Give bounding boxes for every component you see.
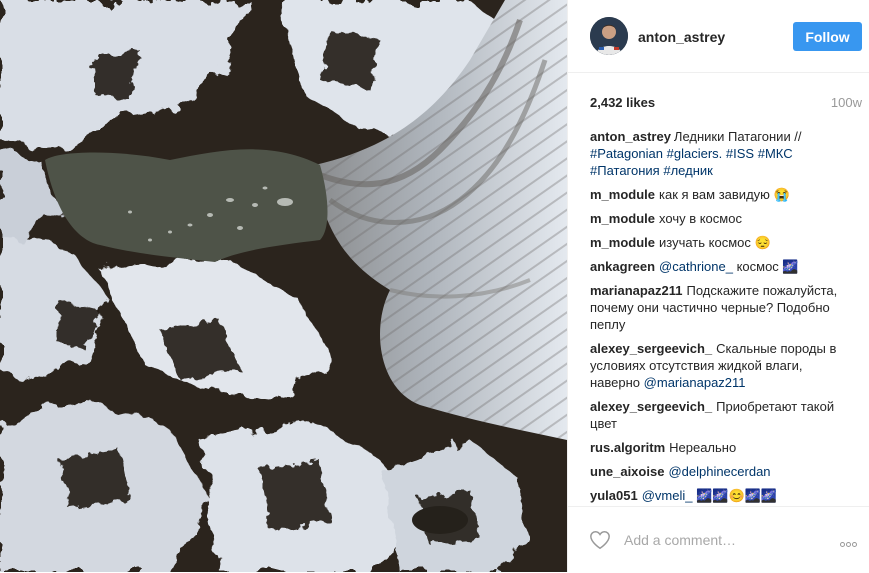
caption-text: Ледники Патагонии //: [673, 129, 802, 144]
post-photo[interactable]: [0, 0, 567, 572]
more-options-icon[interactable]: [840, 534, 864, 547]
comment-text: Нереально: [669, 440, 737, 455]
mention-link[interactable]: @delphinecerdan: [668, 464, 770, 479]
comment-item: marianapaz211 Подскажите пожалуйста, поче…: [590, 282, 840, 333]
comment-text: изучать космос 😔: [659, 235, 771, 250]
comment-author[interactable]: m_module: [590, 187, 655, 202]
comment-item: ankagreen @cathrione_ космос 🌌: [590, 258, 840, 275]
dot-icon: [852, 542, 857, 547]
comment-author[interactable]: une_aixoise: [590, 464, 664, 479]
username[interactable]: anton_astrey: [638, 29, 725, 45]
post-window: anton_astrey Follow 2,432 likes 100w ant…: [0, 0, 869, 572]
comment-text: как я вам завидую 😭: [659, 187, 790, 202]
comment-item: alexey_sergeevich_ Приобретают такой цвет: [590, 398, 840, 432]
comment-author[interactable]: yula051: [590, 488, 638, 503]
comment-text: хочу в космос: [659, 211, 742, 226]
comment-item: m_module изучать космос 😔: [590, 234, 840, 251]
post-side-panel: anton_astrey Follow 2,432 likes 100w ant…: [567, 0, 869, 572]
add-comment-input[interactable]: [624, 531, 804, 549]
caption: anton_astrey Ледники Патагонии // #Patago…: [590, 128, 840, 179]
add-comment-bar: [568, 506, 869, 573]
comment-author[interactable]: alexey_sergeevich_: [590, 399, 712, 414]
dot-icon: [840, 542, 845, 547]
glacier-satellite-image: [0, 0, 567, 572]
comment-item: m_module как я вам завидую 😭: [590, 186, 840, 203]
comment-item: yula051 @vmeli_ 🌌🌌😊🌌🌌: [590, 487, 840, 504]
comment-author[interactable]: m_module: [590, 235, 655, 250]
post-header: anton_astrey Follow: [568, 0, 869, 73]
hashtag-link[interactable]: #Patagonian: [590, 146, 663, 161]
comments-list: anton_astrey Ледники Патагонии // #Patago…: [590, 128, 840, 511]
comment-text: космос 🌌: [736, 259, 799, 274]
comment-item: alexey_sergeevich_ Скальные породы в усло…: [590, 340, 840, 391]
mention-link[interactable]: @vmeli_: [642, 488, 693, 503]
post-stats: 2,432 likes 100w: [590, 95, 862, 111]
post-age[interactable]: 100w: [831, 95, 862, 110]
comment-item: m_module хочу в космос: [590, 210, 840, 227]
hashtag-link[interactable]: #ISS: [726, 146, 754, 161]
hashtag-link[interactable]: #МКС: [758, 146, 793, 161]
comment-author[interactable]: marianapaz211: [590, 283, 683, 298]
mention-link[interactable]: @cathrione_: [659, 259, 733, 274]
heart-icon[interactable]: [589, 529, 611, 551]
avatar[interactable]: [590, 17, 628, 55]
caption-author[interactable]: anton_astrey: [590, 129, 671, 144]
comment-author[interactable]: ankagreen: [590, 259, 655, 274]
dot-icon: [846, 542, 851, 547]
hashtag-link[interactable]: #glaciers.: [667, 146, 723, 161]
comment-author[interactable]: rus.algoritm: [590, 440, 665, 455]
comment-text: 🌌🌌😊🌌🌌: [696, 488, 778, 503]
hashtag-link[interactable]: #Патагония: [590, 163, 660, 178]
likes-count[interactable]: 2,432 likes: [590, 95, 655, 110]
astronaut-avatar-icon: [590, 17, 628, 55]
comment-author[interactable]: alexey_sergeevich_: [590, 341, 712, 356]
hashtag-link[interactable]: #ледник: [663, 163, 712, 178]
follow-button[interactable]: Follow: [793, 22, 862, 51]
comment-item: rus.algoritm Нереально: [590, 439, 840, 456]
comment-item: une_aixoise @delphinecerdan: [590, 463, 840, 480]
comment-author[interactable]: m_module: [590, 211, 655, 226]
mention-link[interactable]: @marianapaz211: [644, 375, 746, 390]
